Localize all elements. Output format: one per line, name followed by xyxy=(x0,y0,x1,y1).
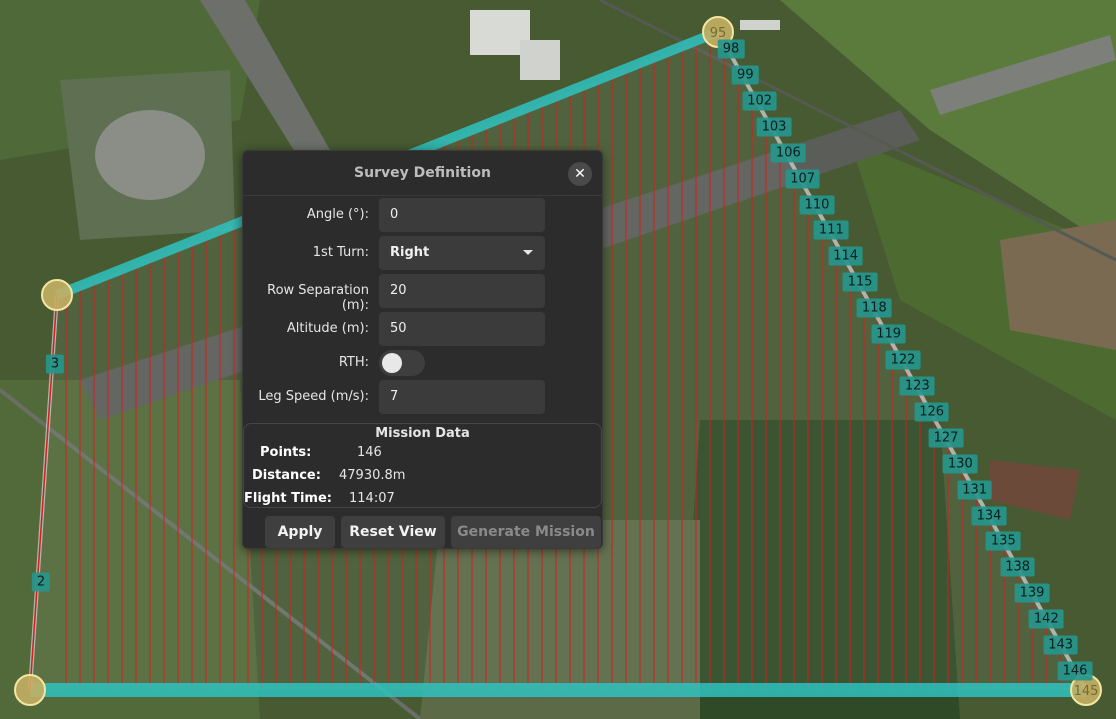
corner-waypoint[interactable] xyxy=(14,674,46,706)
leg-speed-label: Leg Speed (m/s): xyxy=(258,389,369,404)
waypoint-marker[interactable]: 2 xyxy=(31,572,51,592)
waypoint-marker[interactable]: 142 xyxy=(1028,609,1064,629)
waypoint-marker[interactable]: 127 xyxy=(928,428,964,448)
flight-time-value: 114:07 xyxy=(349,491,395,506)
waypoint-marker[interactable]: 119 xyxy=(871,324,907,344)
corner-waypoint[interactable] xyxy=(41,279,73,311)
rth-label: RTH: xyxy=(338,355,369,370)
distance-value: 47930.8m xyxy=(339,468,406,483)
waypoint-marker[interactable]: 103 xyxy=(756,117,792,137)
waypoint-marker[interactable]: 3 xyxy=(45,354,65,374)
waypoint-marker[interactable]: 135 xyxy=(985,531,1021,551)
waypoint-marker[interactable]: 102 xyxy=(742,91,778,111)
reset-view-button[interactable]: Reset View xyxy=(341,516,445,548)
first-turn-select[interactable]: Right xyxy=(379,236,545,270)
angle-input[interactable]: 0 xyxy=(379,198,545,232)
waypoint-marker[interactable]: 111 xyxy=(813,220,849,240)
apply-button[interactable]: Apply xyxy=(265,516,335,548)
waypoint-marker[interactable]: 138 xyxy=(1000,557,1036,577)
close-icon[interactable]: ✕ xyxy=(568,162,592,186)
first-turn-value: Right xyxy=(390,245,430,260)
chevron-down-icon xyxy=(523,250,533,255)
waypoint-marker[interactable]: 115 xyxy=(842,272,878,292)
waypoint-marker[interactable]: 131 xyxy=(957,480,993,500)
points-label: Points: xyxy=(260,445,312,460)
waypoint-marker[interactable]: 114 xyxy=(828,246,864,266)
points-value: 146 xyxy=(357,445,382,460)
flight-time-label: Flight Time: xyxy=(244,491,332,506)
waypoint-marker[interactable]: 123 xyxy=(899,376,935,396)
waypoint-marker[interactable]: 110 xyxy=(799,195,835,214)
angle-label: Angle (°): xyxy=(306,207,369,222)
waypoint-marker[interactable]: 106 xyxy=(770,143,806,163)
leg-speed-input[interactable]: 7 xyxy=(379,380,545,414)
distance-label: Distance: xyxy=(252,468,321,483)
waypoint-marker[interactable]: 107 xyxy=(785,169,821,189)
waypoint-marker[interactable]: 130 xyxy=(942,454,978,474)
first-turn-label: 1st Turn: xyxy=(312,245,369,260)
waypoint-marker[interactable]: 118 xyxy=(856,298,892,318)
mission-data-panel: Mission Data Points: 146 Distance: 47930… xyxy=(243,423,602,508)
altitude-input[interactable]: 50 xyxy=(379,312,545,346)
altitude-label: Altitude (m): xyxy=(286,321,369,336)
waypoint-marker[interactable]: 134 xyxy=(971,506,1007,525)
dialog-title: Survey Definition xyxy=(243,151,602,196)
row-separation-label: Row Separation (m): xyxy=(267,283,369,313)
rth-toggle[interactable] xyxy=(379,350,425,376)
toggle-knob xyxy=(382,353,402,373)
waypoint-marker[interactable]: 99 xyxy=(732,65,759,85)
survey-definition-dialog: Survey Definition ✕ Angle (°): 0 1st Tur… xyxy=(242,150,603,549)
mission-data-title: Mission Data xyxy=(375,426,470,441)
waypoint-marker[interactable]: 126 xyxy=(914,402,950,422)
waypoint-marker[interactable]: 139 xyxy=(1014,583,1050,603)
generate-mission-button[interactable]: Generate Mission xyxy=(451,516,601,548)
waypoint-marker[interactable]: 143 xyxy=(1043,635,1079,655)
waypoint-marker[interactable]: 146 xyxy=(1057,661,1093,681)
waypoint-marker[interactable]: 122 xyxy=(885,350,921,370)
waypoint-marker[interactable]: 98 xyxy=(717,39,745,59)
row-separation-input[interactable]: 20 xyxy=(379,274,545,308)
